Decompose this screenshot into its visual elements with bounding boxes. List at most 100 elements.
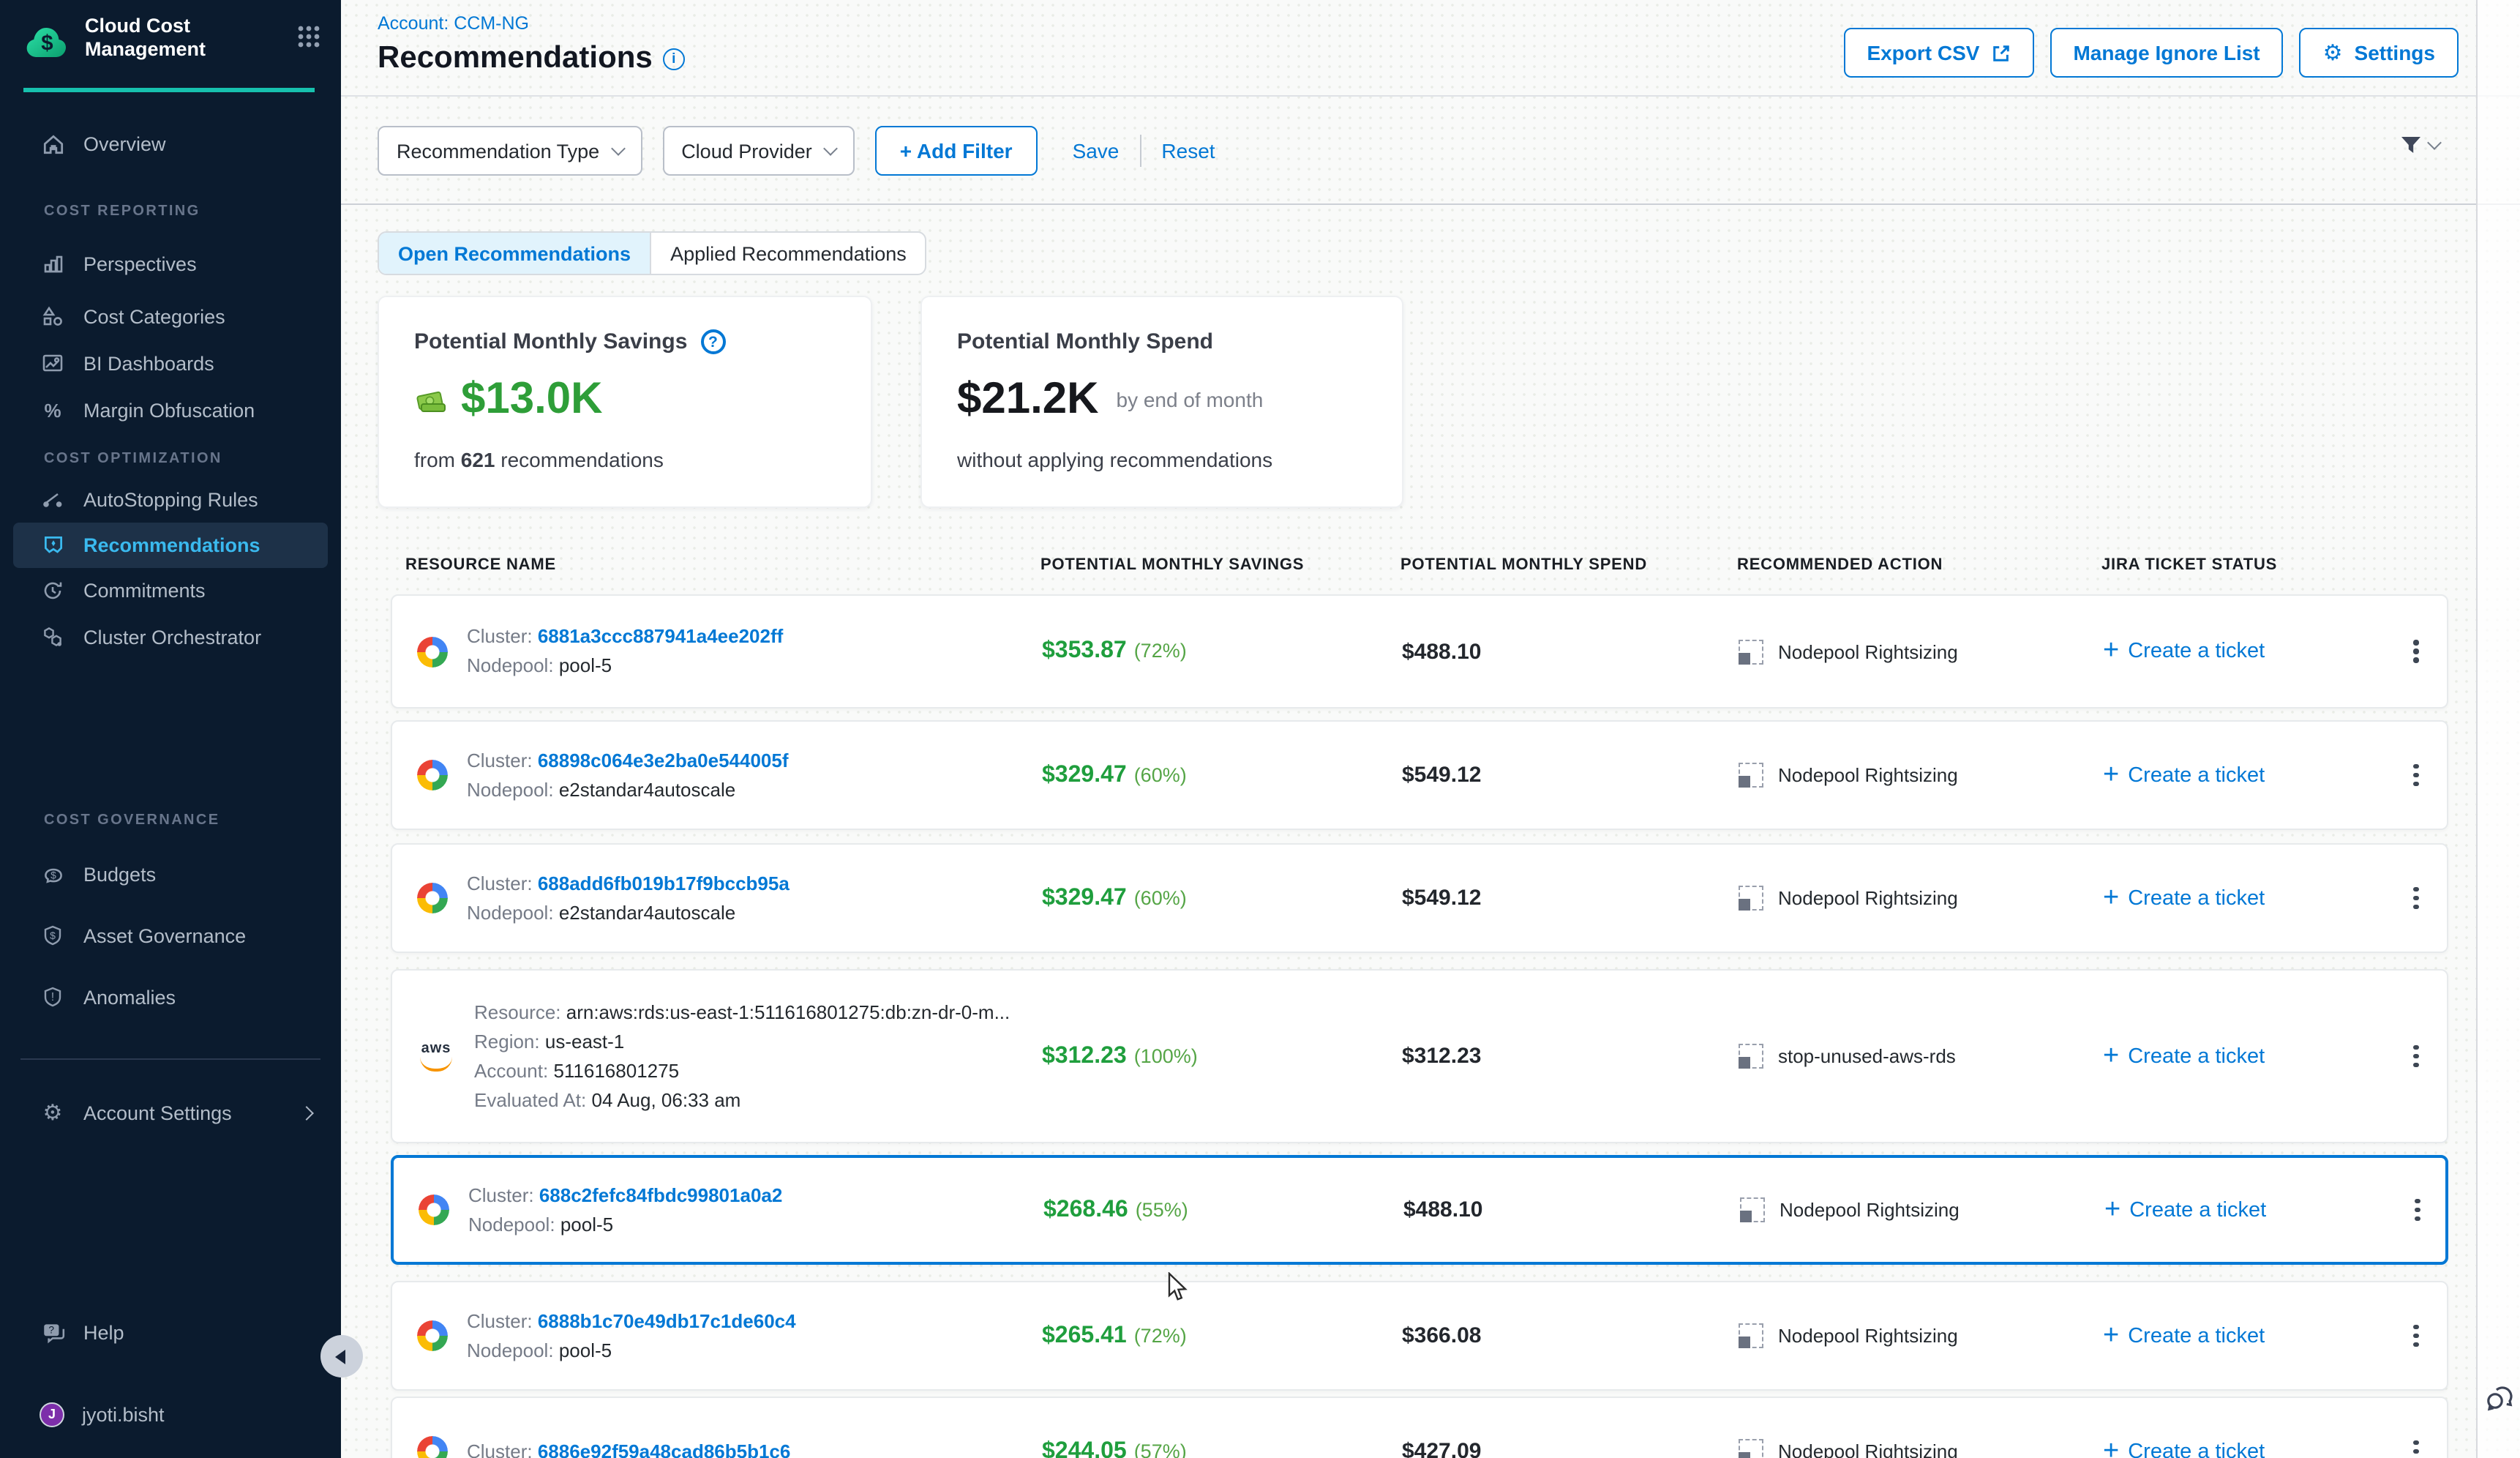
sidebar-item-perspectives[interactable]: Perspectives xyxy=(0,242,341,285)
save-filter-link[interactable]: Save xyxy=(1073,139,1120,162)
sidebar-item-label: Budgets xyxy=(83,863,156,885)
table-row[interactable]: Cluster: 6888b1c70e49db17c1de60c4 Nodepo… xyxy=(391,1281,2448,1391)
table-row[interactable]: Resource: arn:aws:rds:us-east-1:51161680… xyxy=(391,969,2448,1143)
create-ticket-link[interactable]: +Create a ticket xyxy=(2103,640,2401,663)
help-chat-icon: ? xyxy=(40,1319,66,1345)
sidebar-collapse-button[interactable] xyxy=(320,1335,363,1377)
sidebar-divider xyxy=(20,1058,320,1060)
table-row-selected[interactable]: Cluster: 688c2fefc84fbdc99801a0a2 Nodepo… xyxy=(391,1155,2448,1265)
page-title-text: Recommendations xyxy=(378,41,653,76)
spend-amount: $366.08 xyxy=(1402,1323,1739,1348)
sidebar-item-commitments[interactable]: Commitments xyxy=(0,568,341,612)
row-menu-kebab[interactable] xyxy=(2413,887,2419,910)
export-csv-button[interactable]: Export CSV xyxy=(1843,28,2033,78)
table-header: RESOURCE NAME POTENTIAL MONTHLY SAVINGS … xyxy=(391,556,2448,574)
rightsizing-icon xyxy=(1739,1044,1763,1069)
reset-filter-link[interactable]: Reset xyxy=(1161,139,1215,162)
sidebar-item-asset-governance[interactable]: $ Asset Governance xyxy=(0,913,341,957)
breadcrumb[interactable]: Account: CCM-NG xyxy=(378,13,529,34)
row-menu-kebab[interactable] xyxy=(2413,1440,2419,1458)
sidebar-item-budgets[interactable]: $ Budgets xyxy=(0,852,341,896)
manage-ignore-list-button[interactable]: Manage Ignore List xyxy=(2050,28,2283,78)
table-row[interactable]: Cluster: 6886e92f59a48cad86b5b1c6 $244.0… xyxy=(391,1397,2448,1458)
cluster-link[interactable]: 6888b1c70e49db17c1de60c4 xyxy=(538,1309,796,1331)
rightsizing-icon xyxy=(1739,1323,1763,1348)
rightsizing-icon xyxy=(1739,763,1763,788)
gcp-icon xyxy=(417,883,448,913)
sidebar-item-label: Help xyxy=(83,1321,124,1343)
row-menu-kebab[interactable] xyxy=(2413,764,2419,787)
svg-text:!: ! xyxy=(51,991,54,1003)
savings-card-title: Potential Monthly Savings xyxy=(414,329,687,354)
sidebar-item-margin-obfuscation[interactable]: % Margin Obfuscation xyxy=(0,388,341,432)
table-row[interactable]: Cluster: 688add6fb019b17f9bccb95a Nodepo… xyxy=(391,843,2448,953)
savings-value: $13.0K xyxy=(461,375,603,425)
section-label-cost-optimization: COST OPTIMIZATION xyxy=(44,451,222,467)
create-ticket-link[interactable]: +Create a ticket xyxy=(2104,1198,2403,1222)
create-ticket-link[interactable]: +Create a ticket xyxy=(2103,1440,2401,1458)
cluster-link[interactable]: 688c2fefc84fbdc99801a0a2 xyxy=(539,1184,783,1205)
row-menu-kebab[interactable] xyxy=(2413,1045,2419,1068)
percent-icon: % xyxy=(40,397,66,423)
create-ticket-link[interactable]: +Create a ticket xyxy=(2103,886,2401,910)
cloud-provider-dropdown[interactable]: Cloud Provider xyxy=(662,126,855,176)
cluster-link[interactable]: 6886e92f59a48cad86b5b1c6 xyxy=(538,1440,791,1458)
funnel-icon xyxy=(2399,133,2423,157)
table-row[interactable]: Cluster: 6881a3ccc887941a4ee202ff Nodepo… xyxy=(391,594,2448,709)
cluster-link[interactable]: 6881a3ccc887941a4ee202ff xyxy=(538,625,783,647)
savings-amount: $353.87 xyxy=(1042,638,1127,663)
external-link-icon xyxy=(1991,43,2010,62)
create-ticket-link[interactable]: +Create a ticket xyxy=(2103,763,2401,787)
sidebar-item-recommendations[interactable]: Recommendations xyxy=(13,523,328,568)
svg-text:?: ? xyxy=(48,1323,53,1335)
row-menu-kebab[interactable] xyxy=(2415,1199,2420,1222)
support-chat-icon[interactable] xyxy=(2483,1382,2516,1414)
row-menu-kebab[interactable] xyxy=(2413,640,2419,663)
user-profile[interactable]: J jyoti.bisht xyxy=(0,1392,341,1436)
tab-open-recommendations[interactable]: Open Recommendations xyxy=(379,233,650,274)
sidebar-item-bi-dashboards[interactable]: BI Dashboards xyxy=(0,341,341,385)
sidebar-item-help[interactable]: ? Help xyxy=(0,1310,341,1354)
plus-icon: + xyxy=(2104,1200,2120,1220)
cluster-link[interactable]: 68898c064e3e2ba0e544005f xyxy=(538,749,789,771)
mouse-cursor xyxy=(1166,1272,1188,1303)
module-grid-icon[interactable] xyxy=(297,25,320,48)
spend-card-title: Potential Monthly Spend xyxy=(957,329,1213,354)
row-menu-kebab[interactable] xyxy=(2413,1325,2419,1347)
create-ticket-link[interactable]: +Create a ticket xyxy=(2103,1324,2401,1347)
action-label: Nodepool Rightsizing xyxy=(1778,640,1958,662)
settings-label: Settings xyxy=(2355,41,2435,64)
spend-amount: $488.10 xyxy=(1403,1197,1740,1222)
avatar: J xyxy=(40,1402,64,1427)
spend-amount: $549.12 xyxy=(1402,763,1739,788)
recommendation-type-dropdown[interactable]: Recommendation Type xyxy=(378,126,642,176)
sidebar-item-autostopping-rules[interactable]: AutoStopping Rules xyxy=(0,477,341,521)
main-content: Account: CCM-NG Recommendations Export C… xyxy=(341,0,2520,1458)
create-ticket-link[interactable]: +Create a ticket xyxy=(2103,1044,2401,1068)
col-resource-name: RESOURCE NAME xyxy=(391,556,1040,574)
help-circle-icon[interactable] xyxy=(700,329,725,354)
settings-button[interactable]: ⚙ Settings xyxy=(2300,28,2459,78)
autostopping-icon xyxy=(40,486,66,512)
gcp-icon xyxy=(417,636,448,667)
sidebar-item-overview[interactable]: Overview xyxy=(0,122,341,165)
sidebar-accent-rule xyxy=(23,88,315,91)
gear-icon: ⚙ xyxy=(40,1099,66,1126)
svg-text:$: $ xyxy=(50,930,56,941)
gear-icon: ⚙ xyxy=(2323,42,2343,64)
add-filter-button[interactable]: + Add Filter xyxy=(875,126,1038,176)
sidebar-item-account-settings[interactable]: ⚙ Account Settings xyxy=(0,1091,341,1134)
sidebar-item-anomalies[interactable]: ! Anomalies xyxy=(0,975,341,1019)
tab-applied-recommendations[interactable]: Applied Recommendations xyxy=(650,233,926,274)
action-label: Nodepool Rightsizing xyxy=(1778,1440,1958,1458)
plus-icon: + xyxy=(2103,641,2119,662)
spend-amount: $549.12 xyxy=(1402,886,1739,911)
cluster-link[interactable]: 688add6fb019b17f9bccb95a xyxy=(538,872,790,894)
sidebar-item-cluster-orchestrator[interactable]: Cluster Orchestrator xyxy=(0,615,341,659)
spend-value-suffix: by end of month xyxy=(1117,388,1264,411)
filter-panel-toggle[interactable] xyxy=(2399,133,2440,157)
table-row[interactable]: Cluster: 68898c064e3e2ba0e544005f Nodepo… xyxy=(391,720,2448,830)
sidebar-item-cost-categories[interactable]: Cost Categories xyxy=(0,294,341,338)
dashboard-image-icon xyxy=(40,350,66,376)
info-icon[interactable] xyxy=(663,48,685,70)
